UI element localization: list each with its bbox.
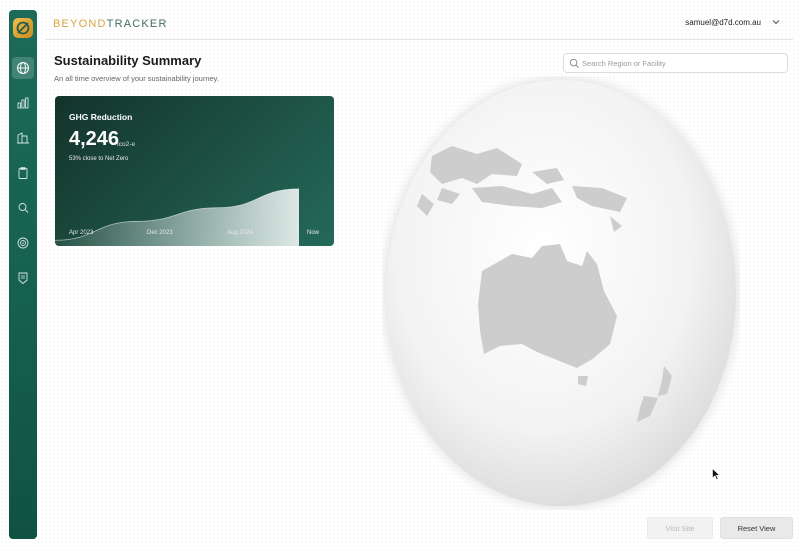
search-doc-icon xyxy=(18,203,29,213)
chart-x-label: Apr 2023 xyxy=(69,230,94,236)
chart-area xyxy=(55,188,299,246)
brand-part-2: TRACKER xyxy=(106,18,168,30)
chart-x-label: Dec 2023 xyxy=(147,230,173,236)
sidebar-item-targets[interactable] xyxy=(12,232,34,254)
mouse-cursor-icon xyxy=(712,468,720,480)
sidebar-item-charts[interactable] xyxy=(12,92,34,114)
user-email[interactable]: samuel@d7d.com.au xyxy=(685,18,761,27)
globe-map[interactable] xyxy=(382,76,740,510)
sidebar xyxy=(9,10,37,539)
ghg-area-chart xyxy=(55,188,300,246)
badge-icon xyxy=(18,272,28,285)
card-title: GHG Reduction xyxy=(69,112,133,122)
sidebar-item-globe[interactable] xyxy=(12,57,34,79)
top-header: BEYONDTRACKER samuel@d7d.com.au xyxy=(45,10,793,40)
card-value: 4,246 xyxy=(69,128,120,150)
card-note: 53% close to Net Zero xyxy=(69,156,129,162)
clipboard-icon xyxy=(18,167,28,179)
visit-site-button[interactable]: Visit Site xyxy=(647,517,713,539)
building-icon xyxy=(17,132,29,144)
card-unit: tco2-e xyxy=(117,141,136,148)
chevron-down-icon[interactable] xyxy=(771,17,781,27)
page-title: Sustainability Summary xyxy=(54,53,202,68)
chart-x-label: Aug 2024 xyxy=(227,230,253,236)
logo-icon[interactable] xyxy=(13,18,33,38)
brand-wordmark: BEYONDTRACKER xyxy=(53,18,168,30)
brand-part-1: BEYOND xyxy=(53,18,107,30)
search-box[interactable] xyxy=(563,53,788,73)
reset-view-button[interactable]: Reset View xyxy=(720,517,793,539)
page-subtitle: An all time overview of your sustainabil… xyxy=(54,74,219,83)
target-icon xyxy=(17,237,29,249)
search-icon xyxy=(569,58,579,68)
chart-x-label: Now xyxy=(307,230,320,236)
globe-icon xyxy=(17,62,29,74)
bar-chart-icon xyxy=(17,97,29,109)
sidebar-item-audit[interactable] xyxy=(12,197,34,219)
sidebar-item-certificates[interactable] xyxy=(12,267,34,289)
search-input[interactable] xyxy=(582,56,782,71)
ghg-reduction-card[interactable]: GHG Reduction 4,246 tco2-e 53% close to … xyxy=(55,96,334,246)
sidebar-item-reports[interactable] xyxy=(12,162,34,184)
sidebar-item-facilities[interactable] xyxy=(12,127,34,149)
